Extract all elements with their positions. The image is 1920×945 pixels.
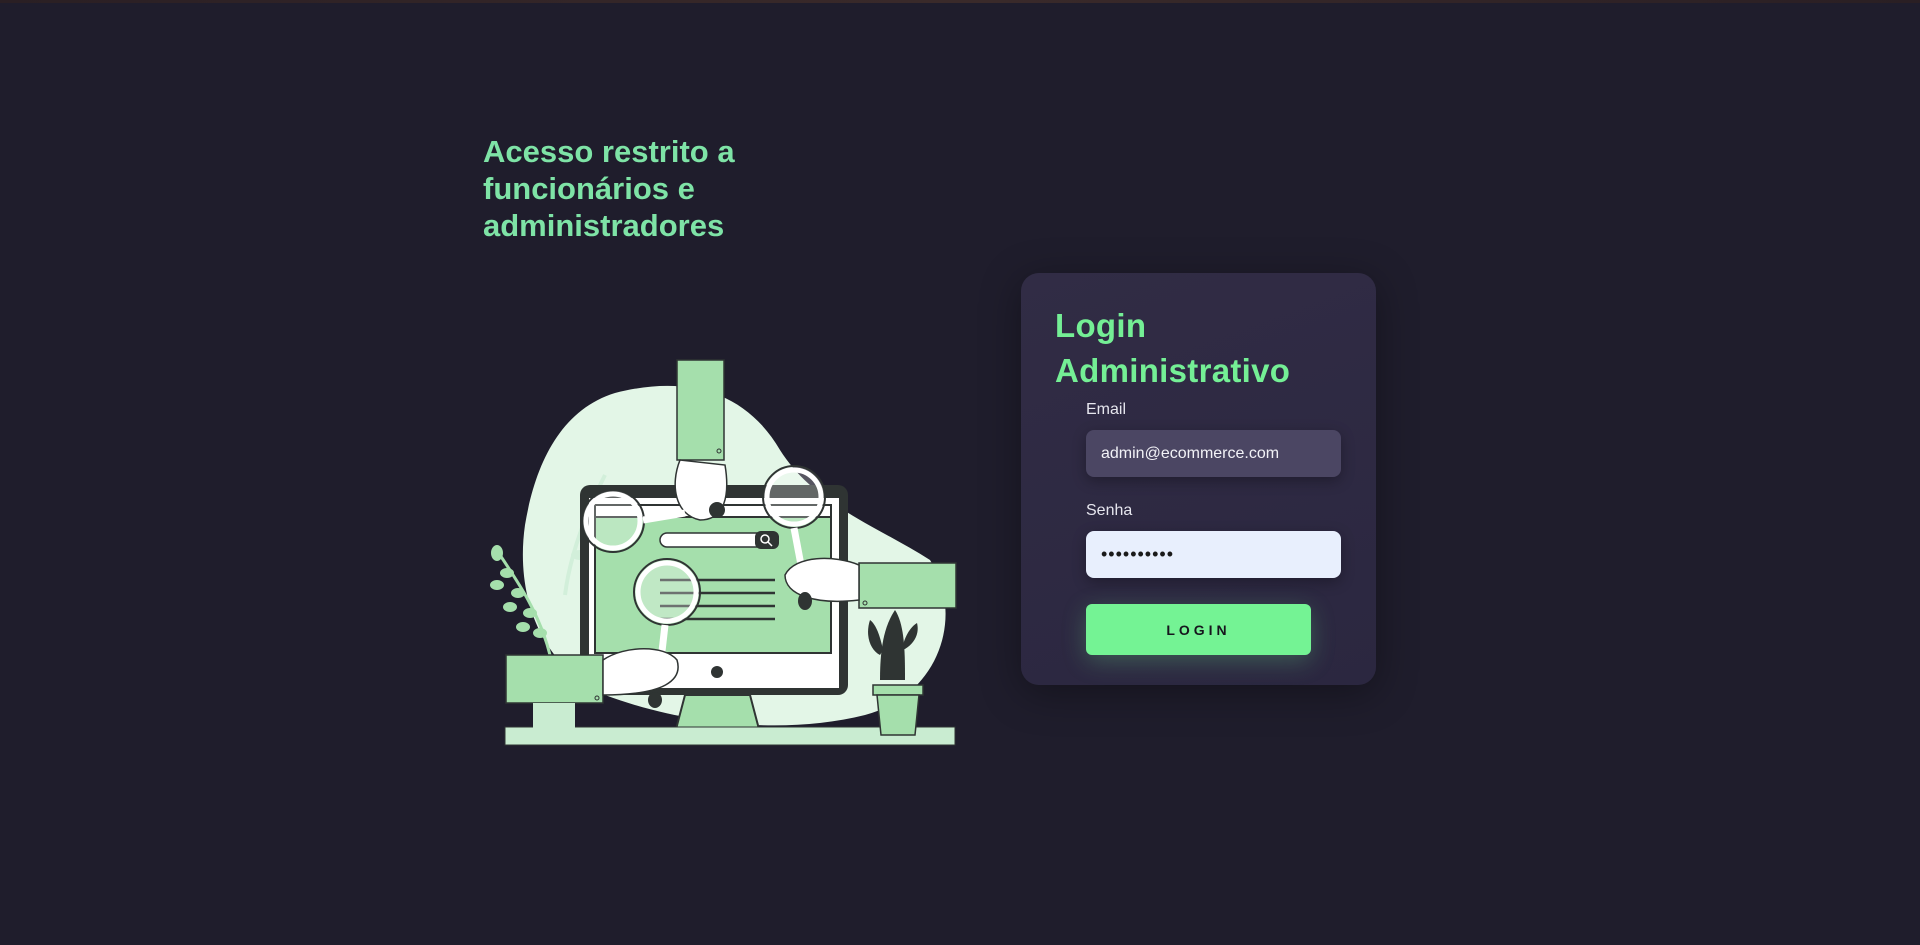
- top-strip: [0, 0, 1920, 3]
- password-field[interactable]: ••••••••••: [1086, 531, 1341, 578]
- hand-right: [784, 557, 957, 610]
- login-button[interactable]: LOGIN: [1086, 604, 1311, 655]
- email-field[interactable]: admin@ecommerce.com: [1086, 430, 1341, 477]
- email-label: Email: [1086, 401, 1127, 418]
- screen-search-bar: [659, 531, 779, 549]
- hand-top: [674, 359, 728, 521]
- login-title: Login Administrativo: [1055, 307, 1291, 389]
- login-card: Login Administrativo Email admin@ecommer…: [1021, 273, 1376, 685]
- hero-headline: Acesso restrito a funcionários e adminis…: [483, 134, 735, 243]
- web-search-illustration: [490, 359, 957, 746]
- password-label: Senha: [1086, 502, 1133, 519]
- hero-panel: Acesso restrito a funcionários e adminis…: [483, 133, 983, 244]
